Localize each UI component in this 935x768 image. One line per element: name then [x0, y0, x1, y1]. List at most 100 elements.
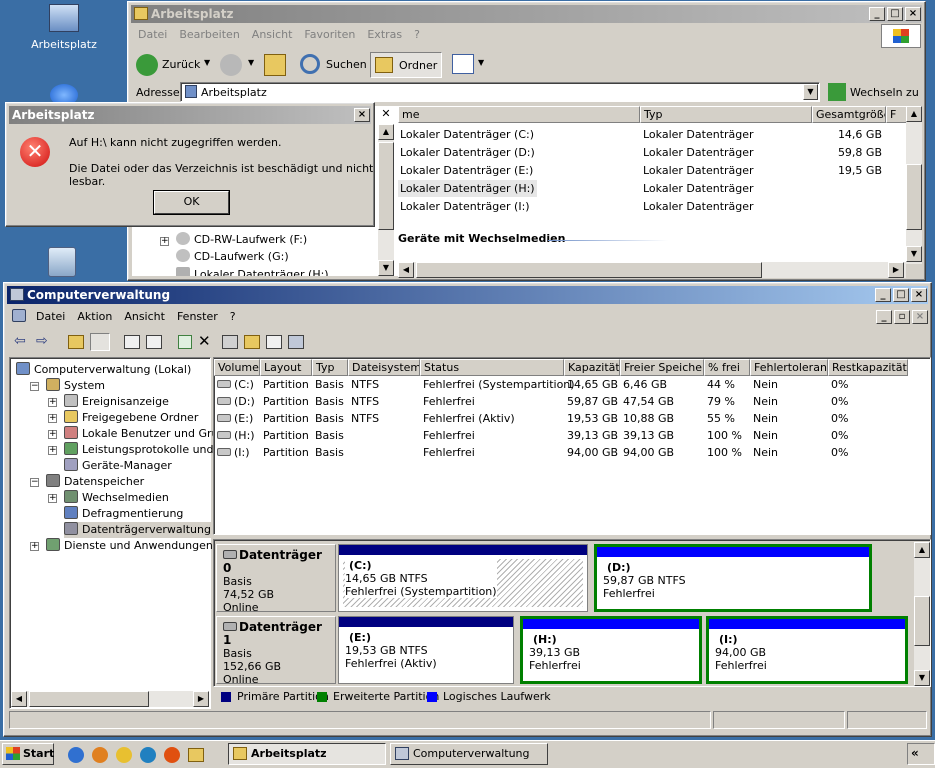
tree-node[interactable]: Datenträgerverwaltung	[64, 522, 213, 538]
tree-hscrollbar[interactable]: ◀ ▶	[11, 691, 209, 707]
tree-expand-button[interactable]: +	[48, 398, 57, 407]
task-arbeitsplatz[interactable]: Arbeitsplatz	[228, 743, 386, 765]
column-header[interactable]: % frei	[704, 359, 750, 376]
go-button-label[interactable]: Wechseln zu	[850, 86, 919, 99]
tree-node[interactable]: Ereignisanzeige	[64, 394, 169, 410]
disk-scrollbar[interactable]: ▲ ▼	[914, 542, 930, 686]
tree-node-cdrw[interactable]: CD-RW-Laufwerk (F:)	[176, 232, 307, 248]
recycle-bin-icon[interactable]	[48, 247, 76, 277]
menu-ansicht[interactable]: Ansicht	[118, 308, 171, 326]
menu-help[interactable]: ?	[408, 26, 426, 44]
back-arrow-icon[interactable]: ⇦	[14, 333, 26, 349]
scroll-up-button[interactable]: ▲	[906, 106, 922, 122]
tree-scrollbar[interactable]: ▲ ▼	[378, 124, 394, 276]
column-header[interactable]: Fehlertoleranz	[750, 359, 828, 376]
tree-expand-button[interactable]: −	[30, 382, 39, 391]
back-icon[interactable]	[136, 54, 158, 76]
desktop-icon-arbeitsplatz[interactable]: Arbeitsplatz	[24, 4, 104, 51]
menu-fenster[interactable]: Fenster	[171, 308, 224, 326]
menu-datei[interactable]: Datei	[30, 308, 71, 326]
ie-icon[interactable]	[68, 747, 84, 763]
tree-expand-button[interactable]: +	[48, 414, 57, 423]
partition-segment[interactable]: (E:) 19,53 GB NTFS Fehlerfrei (Aktiv)	[338, 616, 514, 684]
scroll-thumb[interactable]	[378, 142, 394, 230]
scroll-up-button[interactable]: ▲	[378, 124, 394, 140]
list-scrollbar[interactable]: ▲ ▼	[906, 106, 922, 264]
scroll-left-button[interactable]: ◀	[11, 691, 27, 707]
dialog-close-button[interactable]: ×	[354, 108, 370, 122]
tree-node[interactable]: Datenspeicher	[46, 474, 144, 490]
file-name[interactable]: Lokaler Datenträger (H:)	[398, 180, 537, 197]
find-icon[interactable]	[266, 335, 282, 349]
close-button[interactable]: ×	[905, 7, 921, 21]
scroll-down-button[interactable]: ▼	[914, 670, 930, 686]
search-button-label[interactable]: Suchen	[326, 58, 367, 71]
column-header[interactable]: Freier Speicher	[620, 359, 704, 376]
go-arrow-icon[interactable]	[828, 83, 846, 101]
tree-node[interactable]: System	[46, 378, 105, 394]
maximize-button[interactable]: □	[893, 288, 909, 302]
task-computerverwaltung[interactable]: Computerverwaltung	[390, 743, 548, 765]
browser-icon[interactable]	[140, 747, 156, 763]
views-icon[interactable]	[452, 54, 474, 74]
partition-segment[interactable]: (I:) 94,00 GB Fehlerfrei	[706, 616, 908, 684]
open-folder-icon[interactable]	[244, 335, 260, 349]
delete-icon[interactable]: ✕	[198, 332, 211, 350]
media-icon[interactable]	[92, 747, 108, 763]
tree-node[interactable]: Computerverwaltung (Lokal)	[16, 362, 191, 378]
scroll-right-button[interactable]: ▶	[193, 691, 209, 707]
file-name[interactable]: Lokaler Datenträger (D:)	[398, 144, 537, 161]
scroll-thumb[interactable]	[29, 691, 149, 707]
tree-node[interactable]: Defragmentierung	[64, 506, 183, 522]
disk-info[interactable]: Datenträger 0 Basis 74,52 GB Online	[216, 544, 336, 614]
minimize-button[interactable]: _	[869, 7, 885, 21]
menu-bearbeiten[interactable]: Bearbeiten	[173, 26, 245, 44]
scroll-left-button[interactable]: ◀	[398, 262, 414, 278]
tree-expand-button[interactable]: +	[160, 237, 169, 246]
check-icon[interactable]	[222, 335, 238, 349]
refresh-icon[interactable]	[178, 335, 192, 349]
forward-icon[interactable]	[220, 54, 242, 76]
column-header[interactable]: Dateisystem	[348, 359, 420, 376]
folders-button[interactable]: Ordner	[370, 52, 442, 78]
partition-segment[interactable]: (H:) 39,13 GB Fehlerfrei	[520, 616, 702, 684]
tree-expand-button[interactable]: +	[48, 494, 57, 503]
minimize-button[interactable]: _	[875, 288, 891, 302]
tree-expand-button[interactable]: +	[48, 430, 57, 439]
menu-favoriten[interactable]: Favoriten	[298, 26, 361, 44]
scroll-right-button[interactable]: ▶	[888, 262, 904, 278]
scroll-thumb[interactable]	[416, 262, 762, 278]
partition-segment[interactable]: (C:) 14,65 GB NTFS Fehlerfrei (Systemparti…	[338, 544, 588, 612]
forward-arrow-icon[interactable]: ⇨	[36, 333, 48, 349]
file-name[interactable]: Lokaler Datenträger (I:)	[398, 198, 532, 215]
column-size[interactable]: Gesamtgröße	[812, 106, 886, 123]
menu-datei[interactable]: Datei	[132, 26, 173, 44]
forward-dropdown-icon[interactable]: ▼	[248, 58, 254, 67]
file-name[interactable]: Lokaler Datenträger (C:)	[398, 126, 536, 143]
help-icon[interactable]	[124, 335, 140, 349]
column-header[interactable]: Status	[420, 359, 564, 376]
messenger-icon[interactable]	[116, 747, 132, 763]
settings-icon[interactable]	[288, 335, 304, 349]
scroll-up-button[interactable]: ▲	[914, 542, 930, 558]
ok-button[interactable]: OK	[153, 190, 230, 215]
tray-expand-button[interactable]: «	[911, 746, 919, 760]
list-hscrollbar[interactable]: ◀ ▶	[398, 262, 906, 278]
tree-expand-button[interactable]: +	[30, 542, 39, 551]
tree-node[interactable]: Freigegebene Ordner	[64, 410, 198, 426]
firefox-icon[interactable]	[164, 747, 180, 763]
dialog-titlebar[interactable]: Arbeitsplatz ×	[9, 106, 371, 124]
mgmt-titlebar[interactable]: Computerverwaltung _ □ ×	[7, 286, 928, 304]
partition-segment[interactable]: (D:) 59,87 GB NTFS Fehlerfrei	[594, 544, 872, 612]
disk-info[interactable]: Datenträger 1 Basis 152,66 GB Online	[216, 616, 336, 686]
scroll-down-button[interactable]: ▼	[906, 246, 922, 262]
column-f[interactable]: F	[886, 106, 908, 123]
scroll-down-button[interactable]: ▼	[378, 260, 394, 276]
menu-help[interactable]: ?	[224, 308, 242, 326]
tree-node[interactable]: Wechselmedien	[64, 490, 169, 506]
up-level-icon[interactable]	[68, 335, 84, 349]
address-field[interactable]: Arbeitsplatz ▼	[180, 82, 820, 102]
file-name[interactable]: Lokaler Datenträger (E:)	[398, 162, 535, 179]
tree-expand-button[interactable]: −	[30, 478, 39, 487]
tree-expand-button[interactable]: +	[48, 446, 57, 455]
